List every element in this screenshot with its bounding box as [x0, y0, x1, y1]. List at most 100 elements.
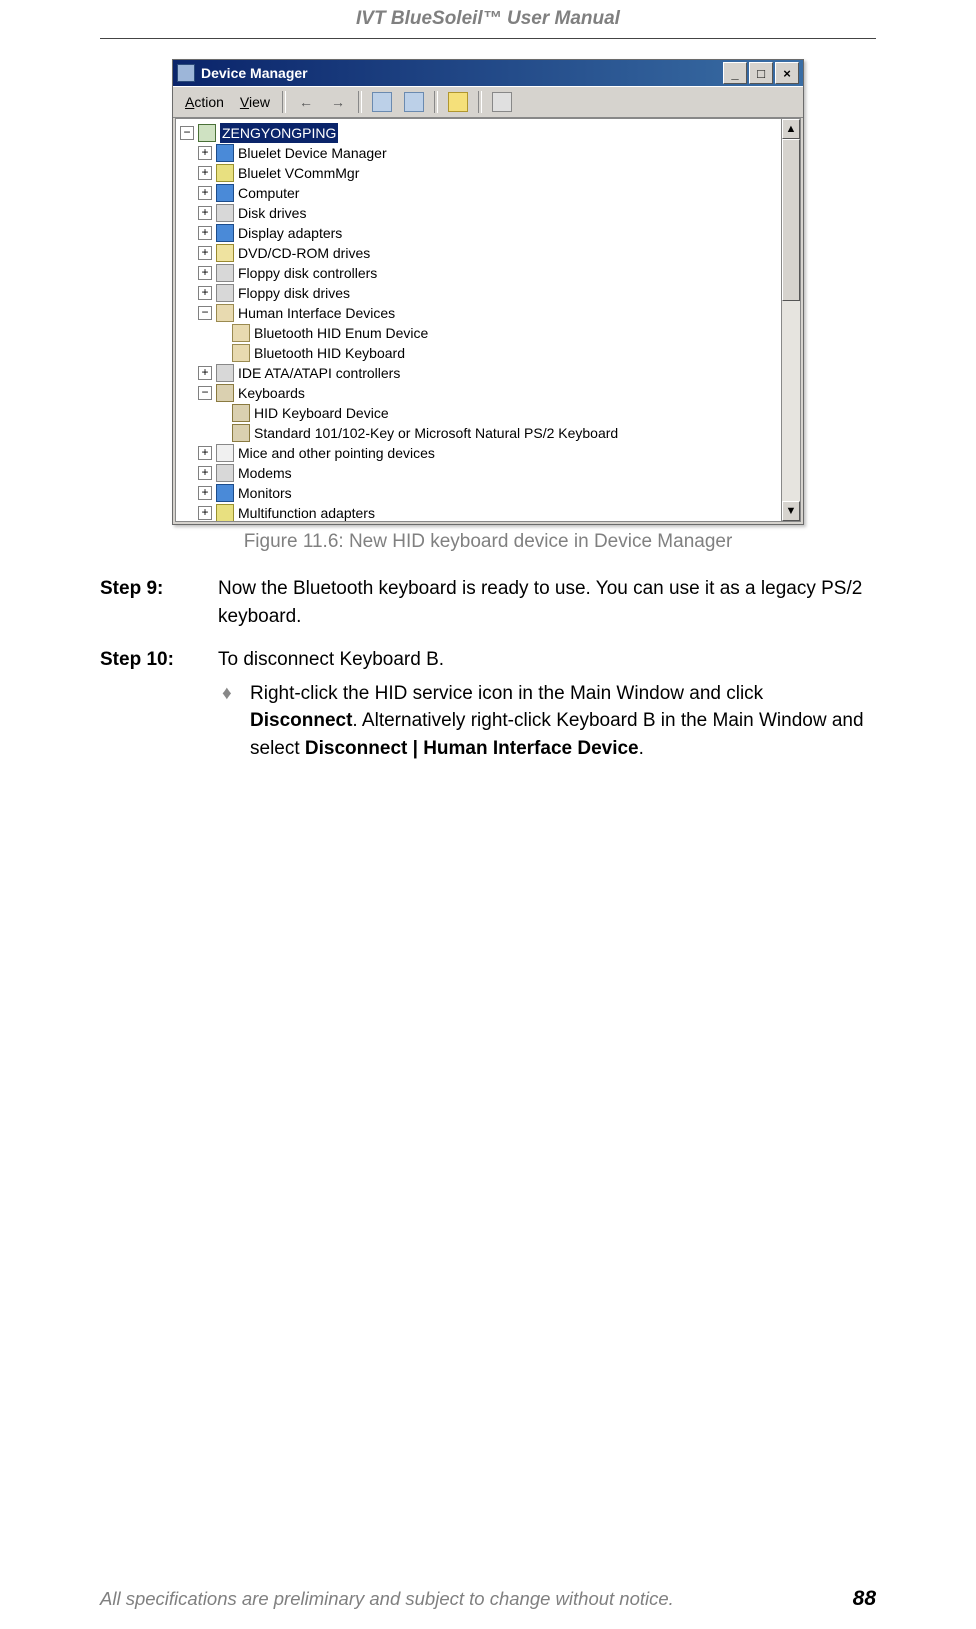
- toolbar-btn-1[interactable]: [368, 89, 396, 115]
- tree-root-label: ZENGYONGPING: [220, 123, 338, 143]
- tree-subitem[interactable]: Bluetooth HID Keyboard: [180, 343, 781, 363]
- monitor-icon: [216, 484, 234, 502]
- tree-item[interactable]: + Bluelet VCommMgr: [180, 163, 781, 183]
- expand-icon[interactable]: +: [198, 466, 212, 480]
- maximize-button[interactable]: □: [749, 62, 773, 84]
- toolbar-separator: [358, 91, 362, 113]
- expand-icon[interactable]: +: [198, 166, 212, 180]
- tree-subitem[interactable]: Standard 101/102-Key or Microsoft Natura…: [180, 423, 781, 443]
- tree-item-keyboards[interactable]: − Keyboards: [180, 383, 781, 403]
- step-body: Now the Bluetooth keyboard is ready to u…: [218, 575, 876, 630]
- scroll-down-button[interactable]: ▼: [782, 501, 800, 521]
- tree-label: Monitors: [238, 483, 292, 503]
- device-icon: [216, 504, 234, 521]
- tree-label: Keyboards: [238, 383, 305, 403]
- keyboard-icon: [216, 384, 234, 402]
- expand-icon[interactable]: +: [198, 186, 212, 200]
- tree-label: Bluelet VCommMgr: [238, 163, 359, 183]
- keyboard-icon: [232, 404, 250, 422]
- tree-item[interactable]: +Disk drives: [180, 203, 781, 223]
- expand-icon[interactable]: +: [198, 446, 212, 460]
- footer-note: All specifications are preliminary and s…: [100, 1588, 674, 1610]
- expand-icon[interactable]: +: [198, 486, 212, 500]
- step-9: Step 9: Now the Bluetooth keyboard is re…: [100, 575, 876, 630]
- collapse-icon[interactable]: −: [180, 126, 194, 140]
- tree-item[interactable]: + Mice and other pointing devices: [180, 443, 781, 463]
- computer-icon: [198, 124, 216, 142]
- device-icon: [216, 144, 234, 162]
- device-icon: [216, 184, 234, 202]
- nav-back-button[interactable]: ←: [292, 89, 320, 115]
- expand-icon[interactable]: +: [198, 246, 212, 260]
- tree-label: Mice and other pointing devices: [238, 443, 435, 463]
- mouse-icon: [216, 444, 234, 462]
- figure-caption: Figure 11.6: New HID keyboard device in …: [100, 531, 876, 553]
- tree-label: Bluetooth HID Enum Device: [254, 323, 428, 343]
- titlebar: Device Manager _ □ ×: [173, 60, 803, 86]
- bullet-item: ♦ Right-click the HID service icon in th…: [218, 680, 876, 763]
- nav-forward-button[interactable]: →: [324, 89, 352, 115]
- vertical-scrollbar[interactable]: ▲ ▼: [781, 119, 800, 521]
- tree-subitem[interactable]: Bluetooth HID Enum Device: [180, 323, 781, 343]
- device-icon: [216, 264, 234, 282]
- minimize-button[interactable]: _: [723, 62, 747, 84]
- tree-item[interactable]: +Floppy disk drives: [180, 283, 781, 303]
- device-icon: [216, 164, 234, 182]
- bullet-text: Right-click the HID service icon in the …: [250, 680, 876, 763]
- tree-item[interactable]: +Computer: [180, 183, 781, 203]
- tree-item[interactable]: + Multifunction adapters: [180, 503, 781, 521]
- collapse-icon[interactable]: −: [198, 306, 212, 320]
- scroll-thumb[interactable]: [782, 139, 800, 301]
- step-10: Step 10: To disconnect Keyboard B. ♦ Rig…: [100, 646, 876, 762]
- scroll-up-button[interactable]: ▲: [782, 119, 800, 139]
- tree-item[interactable]: + Floppy disk controllers: [180, 263, 781, 283]
- tree-panel: − ZENGYONGPING +Bluelet Device Manager + B…: [175, 118, 801, 522]
- tree-item-hid[interactable]: −Human Interface Devices: [180, 303, 781, 323]
- step-intro: To disconnect Keyboard B.: [218, 646, 876, 674]
- app-icon: [177, 64, 195, 82]
- device-icon: [216, 204, 234, 222]
- tree-label: Floppy disk controllers: [238, 263, 377, 283]
- tree-root[interactable]: − ZENGYONGPING: [180, 123, 781, 143]
- toolbar-btn-2[interactable]: [400, 89, 428, 115]
- tree-item[interactable]: + IDE ATA/ATAPI controllers: [180, 363, 781, 383]
- text: Right-click the HID service icon in the …: [250, 683, 763, 704]
- toolbar-btn-4[interactable]: [488, 89, 516, 115]
- tree-label: Bluetooth HID Keyboard: [254, 343, 405, 363]
- expand-icon[interactable]: +: [198, 206, 212, 220]
- collapse-icon[interactable]: −: [198, 386, 212, 400]
- tree-label: HID Keyboard Device: [254, 403, 389, 423]
- hid-icon: [232, 344, 250, 362]
- tree-label: Modems: [238, 463, 292, 483]
- menubar: Action View ← →: [173, 86, 803, 118]
- window-title: Device Manager: [201, 65, 721, 81]
- close-button[interactable]: ×: [775, 62, 799, 84]
- step-label: Step 9:: [100, 575, 218, 630]
- toolbar-btn-3[interactable]: [444, 89, 472, 115]
- device-icon: [216, 284, 234, 302]
- tree-label: IDE ATA/ATAPI controllers: [238, 363, 400, 383]
- title-rule: [100, 38, 876, 39]
- tree-subitem[interactable]: HID Keyboard Device: [180, 403, 781, 423]
- scroll-track[interactable]: [782, 301, 800, 501]
- tree-item[interactable]: + Monitors: [180, 483, 781, 503]
- tree-item[interactable]: + Display adapters: [180, 223, 781, 243]
- menu-view[interactable]: View: [234, 92, 276, 112]
- tree-item[interactable]: +DVD/CD-ROM drives: [180, 243, 781, 263]
- modem-icon: [216, 464, 234, 482]
- menu-action[interactable]: Action: [179, 92, 230, 112]
- device-icon: [216, 224, 234, 242]
- hid-icon: [232, 324, 250, 342]
- expand-icon[interactable]: +: [198, 266, 212, 280]
- device-tree[interactable]: − ZENGYONGPING +Bluelet Device Manager + B…: [176, 119, 781, 521]
- tree-label: Multifunction adapters: [238, 503, 375, 521]
- tree-label: Display adapters: [238, 223, 342, 243]
- tree-item[interactable]: + Modems: [180, 463, 781, 483]
- expand-icon[interactable]: +: [198, 286, 212, 300]
- tree-item[interactable]: +Bluelet Device Manager: [180, 143, 781, 163]
- expand-icon[interactable]: +: [198, 226, 212, 240]
- strong-text: Disconnect | Human Interface Device: [305, 738, 639, 759]
- expand-icon[interactable]: +: [198, 506, 212, 520]
- expand-icon[interactable]: +: [198, 366, 212, 380]
- expand-icon[interactable]: +: [198, 146, 212, 160]
